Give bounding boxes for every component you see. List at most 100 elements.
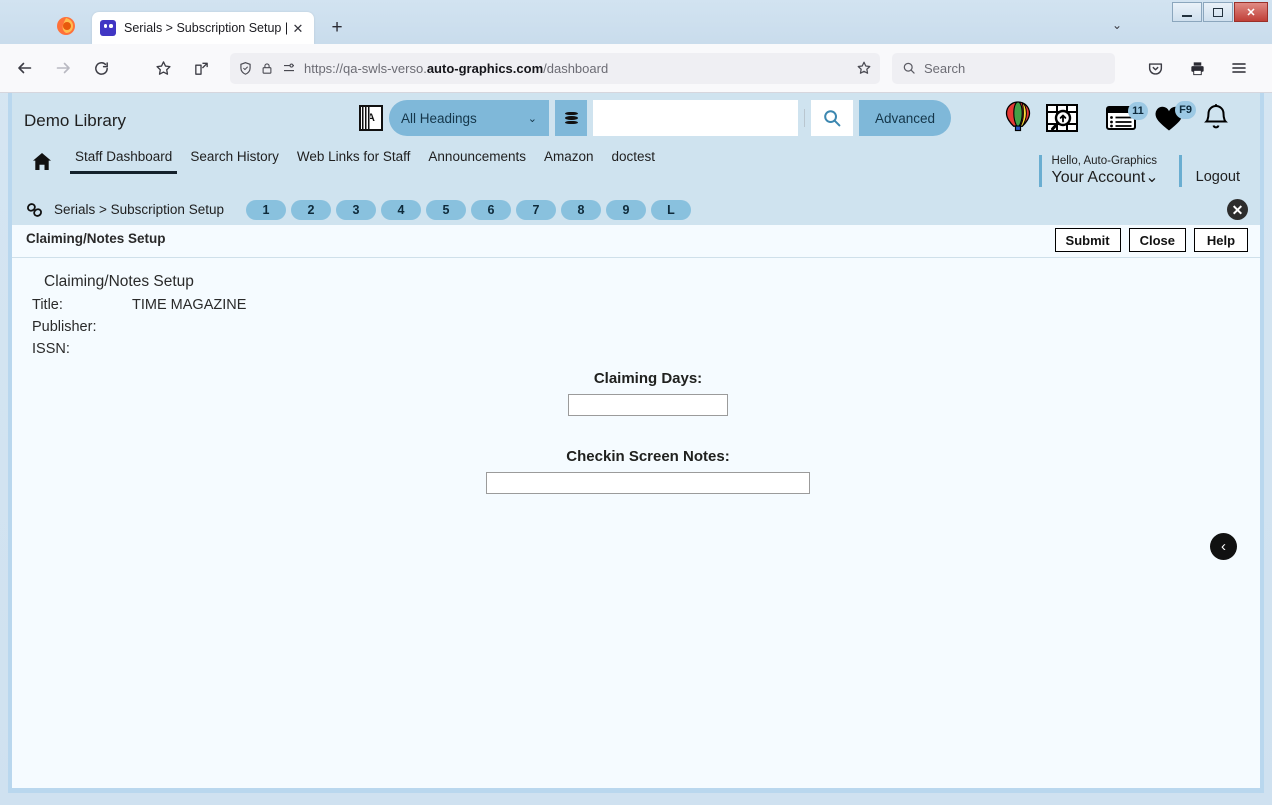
search-scope-label: All Headings xyxy=(401,110,477,126)
claiming-days-field-group: Claiming Days: xyxy=(448,370,848,416)
heart-badge: F9 xyxy=(1175,100,1196,119)
browser-search-placeholder: Search xyxy=(924,60,966,76)
database-icon[interactable] xyxy=(555,100,587,136)
action-button-group: Submit Close Help xyxy=(1054,228,1248,252)
browser-tab[interactable]: Serials > Subscription Setup | SW ✕ xyxy=(92,12,314,44)
step-tab-2[interactable]: 2 xyxy=(290,199,331,220)
close-button[interactable]: Close xyxy=(1128,228,1186,252)
minimize-button[interactable] xyxy=(1172,2,1202,22)
step-tab-5[interactable]: 5 xyxy=(425,199,466,220)
browser-window: Serials > Subscription Setup | SW ✕ + ⌄ … xyxy=(0,0,1272,805)
step-tab-l[interactable]: L xyxy=(650,199,691,220)
home-icon[interactable] xyxy=(32,152,52,171)
forward-icon xyxy=(48,53,78,83)
checkin-notes-label: Checkin Screen Notes: xyxy=(566,448,730,465)
window-close-button[interactable]: ✕ xyxy=(1234,2,1268,22)
heart-icon[interactable]: F9 xyxy=(1154,100,1196,137)
previous-page-button[interactable]: ‹ xyxy=(1210,533,1237,560)
step-tab-8[interactable]: 8 xyxy=(560,199,601,220)
subscription-summary: Claiming/Notes Setup Title: TIME MAGAZIN… xyxy=(32,273,246,357)
summary-row-title: Title: TIME MAGAZINE xyxy=(32,297,246,313)
list-card-icon[interactable]: 11 xyxy=(1106,102,1148,135)
menu-hamburger-icon[interactable] xyxy=(1224,53,1254,83)
close-icon[interactable]: ✕ xyxy=(1227,199,1248,220)
search-submit-button[interactable] xyxy=(811,100,853,136)
close-icon[interactable]: ✕ xyxy=(290,20,306,36)
breadcrumb[interactable]: Serials > Subscription Setup xyxy=(54,202,224,217)
summary-label-publisher: Publisher: xyxy=(32,319,97,335)
search-icon xyxy=(903,62,915,74)
step-tab-1[interactable]: 1 xyxy=(245,199,286,220)
nav-item-staff-dashboard[interactable]: Staff Dashboard xyxy=(66,149,181,174)
form-body: Claiming/Notes Setup Title: TIME MAGAZIN… xyxy=(12,258,1260,783)
search-input[interactable] xyxy=(593,100,798,136)
nav-item-search-history[interactable]: Search History xyxy=(181,149,288,174)
link-chain-icon xyxy=(26,202,44,218)
permissions-icon xyxy=(284,63,294,71)
verso-favicon-icon xyxy=(100,20,116,36)
header-icon-group: 11 F9 xyxy=(1004,100,1230,140)
step-tab-7[interactable]: 7 xyxy=(515,199,556,220)
new-tab-button[interactable]: + xyxy=(326,16,348,38)
app-header: Demo Library A All Headings ⌄ Advanced 1… xyxy=(12,93,1260,194)
bell-icon[interactable] xyxy=(1202,103,1230,138)
balloon-icon[interactable] xyxy=(1004,101,1032,140)
page-title: Claiming/Notes Setup xyxy=(26,231,166,246)
submit-button[interactable]: Submit xyxy=(1054,228,1121,252)
search-divider xyxy=(804,109,805,127)
claiming-days-input[interactable] xyxy=(568,394,728,416)
help-button[interactable]: Help xyxy=(1194,228,1248,252)
summary-row-issn: ISSN: xyxy=(32,341,246,357)
image-search-icon[interactable] xyxy=(1046,103,1078,138)
browser-toolbar: https://qa-swls-verso.auto-graphics.com/… xyxy=(0,44,1272,93)
browser-tab-title: Serials > Subscription Setup | SW xyxy=(124,21,288,35)
star-icon[interactable] xyxy=(856,60,872,76)
summary-label-title: Title: xyxy=(32,297,63,313)
library-brand: Demo Library xyxy=(24,111,127,130)
browser-search-box[interactable]: Search xyxy=(892,52,1115,84)
step-tab-9[interactable]: 9 xyxy=(605,199,646,220)
nav-item-doctest[interactable]: doctest xyxy=(603,149,665,174)
window-controls: ✕ xyxy=(1172,2,1268,22)
panel-action-bar: Claiming/Notes Setup Submit Close Help xyxy=(12,225,1260,258)
form-heading: Claiming/Notes Setup xyxy=(44,273,194,290)
checkin-notes-field-group: Checkin Screen Notes: xyxy=(448,448,848,494)
shield-icon xyxy=(240,61,251,75)
reload-icon[interactable] xyxy=(86,53,116,83)
nav-item-web-links-for-staff[interactable]: Web Links for Staff xyxy=(288,149,420,174)
advanced-search-button[interactable]: Advanced xyxy=(859,100,952,136)
lock-icon xyxy=(262,62,272,74)
maximize-button[interactable] xyxy=(1203,2,1233,22)
print-icon[interactable] xyxy=(1182,53,1212,83)
list-badge: 11 xyxy=(1128,102,1148,120)
search-scope-select[interactable]: All Headings ⌄ xyxy=(389,100,549,136)
chevron-down-icon: ⌄ xyxy=(527,112,537,125)
browser-titlebar: Serials > Subscription Setup | SW ✕ + ⌄ … xyxy=(0,0,1272,44)
pocket-save-icon[interactable] xyxy=(1140,53,1170,83)
main-nav: Staff Dashboard Search History Web Links… xyxy=(12,149,1260,174)
nav-item-announcements[interactable]: Announcements xyxy=(419,149,535,174)
step-tabs: 1 2 3 4 5 6 7 8 9 L xyxy=(245,199,691,220)
app-page: Demo Library A All Headings ⌄ Advanced 1… xyxy=(8,93,1264,793)
toolbar-right-group xyxy=(1140,53,1262,83)
summary-row-publisher: Publisher: xyxy=(32,319,246,335)
summary-label-issn: ISSN: xyxy=(32,341,70,357)
chevron-down-icon[interactable]: ⌄ xyxy=(1112,18,1122,32)
summary-value-title: TIME MAGAZINE xyxy=(132,297,247,313)
url-text: https://qa-swls-verso.auto-graphics.com/… xyxy=(304,60,609,76)
barcode-scan-icon[interactable]: A xyxy=(359,105,383,131)
firefox-logo-icon xyxy=(57,17,75,35)
url-bar[interactable]: https://qa-swls-verso.auto-graphics.com/… xyxy=(230,52,880,84)
bookmark-star-icon[interactable] xyxy=(148,53,178,83)
step-tab-4[interactable]: 4 xyxy=(380,199,421,220)
breadcrumb-bar: Serials > Subscription Setup 1 2 3 4 5 6… xyxy=(12,194,1260,225)
step-tab-3[interactable]: 3 xyxy=(335,199,376,220)
step-tab-6[interactable]: 6 xyxy=(470,199,511,220)
barcode-scan-letter: A xyxy=(367,112,375,124)
checkin-notes-input[interactable] xyxy=(486,472,810,494)
catalog-search-bar: A All Headings ⌄ Advanced xyxy=(359,100,952,136)
nav-item-amazon[interactable]: Amazon xyxy=(535,149,603,174)
claiming-days-label: Claiming Days: xyxy=(593,370,703,387)
back-icon[interactable] xyxy=(10,53,40,83)
save-to-pocket-icon[interactable] xyxy=(186,53,216,83)
